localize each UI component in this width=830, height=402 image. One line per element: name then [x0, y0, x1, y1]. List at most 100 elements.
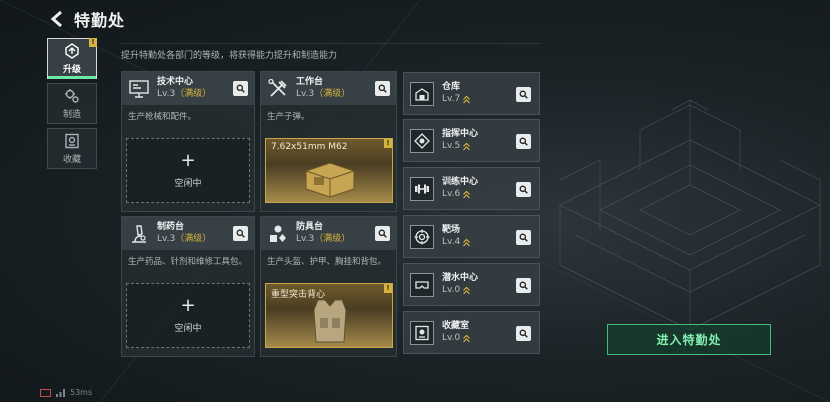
magnifier-icon	[519, 329, 528, 338]
upgrade-icon	[65, 42, 79, 59]
card-name: 防具台	[296, 222, 324, 232]
card-level: Lv.3（满级）	[157, 234, 212, 244]
workshop-card-pharmacy[interactable]: 制药台 Lv.3（满级） 生产药品、针剂和维修工具包。 + 空闲中	[121, 216, 255, 357]
divider	[121, 43, 541, 44]
page-description: 提升特勤处各部门的等级，将获得能力提升和制造能力	[121, 51, 338, 61]
collection-icon	[65, 133, 79, 148]
inspect-button[interactable]	[516, 326, 531, 341]
upgrade-arrow-icon	[463, 142, 471, 151]
card-description: 生产药品、针剂和维修工具包。	[128, 257, 248, 267]
card-description: 生产子弹。	[267, 112, 310, 122]
diving-mask-icon	[410, 272, 434, 297]
facility-training-center[interactable]: 训练中心 Lv.6	[403, 167, 540, 210]
magnifier-icon	[236, 229, 245, 238]
facility-level: Lv.0	[442, 332, 471, 345]
ping-value: 53ms	[70, 388, 93, 397]
card-header: 制药台 Lv.3（满级）	[122, 217, 254, 250]
tab-upgrade[interactable]: 升级 !	[47, 38, 97, 79]
page-title: 特勤处	[74, 11, 126, 30]
card-description: 生产枪械和配件。	[128, 112, 197, 122]
facility-name: 训练中心	[442, 177, 479, 187]
workshop-card-armor-bench[interactable]: 防具台 Lv.3（满级） 生产头盔、护甲、胸挂和背包。 重型突击背心 !	[260, 216, 397, 357]
target-icon	[410, 224, 434, 249]
magnifier-icon	[519, 137, 528, 146]
facility-name: 指挥中心	[442, 129, 479, 139]
tab-label: 制造	[62, 109, 81, 120]
card-name: 技术中心	[157, 77, 194, 87]
card-level: Lv.3（满级）	[157, 89, 212, 99]
recording-indicator	[40, 388, 51, 397]
facility-level: Lv.0	[442, 284, 478, 297]
inspect-button[interactable]	[516, 87, 531, 102]
facility-level: Lv.4	[442, 236, 471, 249]
upgrade-arrow-icon	[463, 190, 471, 199]
monitor-icon	[129, 79, 149, 98]
facility-warehouse[interactable]: 仓库 Lv.7	[403, 72, 540, 115]
card-header: 工作台 Lv.3（满级）	[261, 72, 396, 105]
warehouse-icon	[410, 81, 434, 106]
card-name: 工作台	[296, 77, 324, 87]
card-name: 制药台	[157, 222, 185, 232]
tab-manufacture[interactable]: 制造	[47, 83, 97, 124]
ammo-box-icon	[305, 162, 355, 198]
signal-bars-icon	[56, 388, 65, 397]
upgrade-arrow-icon	[463, 334, 471, 343]
workshop-card-tech-center[interactable]: 技术中心 Lv.3（满级） 生产枪械和配件。 + 空闲中	[121, 71, 255, 212]
facility-name: 潜水中心	[442, 273, 479, 283]
facility-name: 收藏室	[442, 321, 470, 331]
magnifier-icon	[519, 281, 528, 290]
facility-name: 仓库	[442, 82, 461, 92]
tab-collection[interactable]: 收藏	[47, 128, 97, 169]
facility-diving-center[interactable]: 潜水中心 Lv.0	[403, 263, 540, 306]
slot-status: 空闲中	[174, 324, 202, 334]
inspect-button[interactable]	[375, 81, 390, 96]
facility-level: Lv.7	[442, 93, 471, 106]
gears-icon	[65, 88, 79, 103]
magnifier-icon	[378, 84, 387, 93]
slot-status: 空闲中	[174, 179, 202, 189]
back-arrow-icon[interactable]	[50, 11, 64, 27]
production-slot-idle[interactable]: + 空闲中	[126, 138, 250, 203]
inspect-button[interactable]	[516, 278, 531, 293]
inspect-button[interactable]	[516, 182, 531, 197]
inspect-button[interactable]	[516, 230, 531, 245]
hammer-wrench-icon	[268, 78, 287, 97]
production-slot-active[interactable]: 重型突击背心 !	[265, 283, 393, 348]
product-name: 7.62x51mm M62	[271, 142, 348, 152]
inspect-button[interactable]	[233, 226, 248, 241]
card-level: Lv.3（满级）	[296, 234, 351, 244]
magnifier-icon	[378, 229, 387, 238]
facility-level: Lv.5	[442, 140, 478, 153]
magnifier-icon	[236, 84, 245, 93]
facility-command-center[interactable]: 指挥中心 Lv.5	[403, 119, 540, 162]
workshop-card-workbench[interactable]: 工作台 Lv.3（满级） 生产子弹。 7.62x51mm M62 !	[260, 71, 397, 212]
plus-icon: +	[180, 295, 196, 316]
sidebar: 升级 ! 制造 收藏	[47, 38, 99, 173]
card-header: 防具台 Lv.3（满级）	[261, 217, 396, 250]
facility-name: 靶场	[442, 225, 461, 235]
enter-special-ops-button[interactable]: 进入特勤处	[607, 324, 771, 355]
dumbbell-icon	[410, 176, 434, 201]
page-header: 特勤处	[50, 8, 125, 30]
production-slot-idle[interactable]: + 空闲中	[126, 283, 250, 348]
vault-icon	[410, 320, 434, 345]
status-bar: 53ms	[40, 388, 92, 397]
upgrade-arrow-icon	[463, 95, 471, 104]
facility-collection-room[interactable]: 收藏室 Lv.0	[403, 311, 540, 354]
inspect-button[interactable]	[516, 134, 531, 149]
vest-icon	[313, 299, 347, 343]
facility-shooting-range[interactable]: 靶场 Lv.4	[403, 215, 540, 258]
facility-level: Lv.6	[442, 188, 478, 201]
card-level: Lv.3（满级）	[296, 89, 351, 99]
upgrade-arrow-icon	[463, 238, 471, 247]
inspect-button[interactable]	[375, 226, 390, 241]
alert-badge: !	[384, 284, 392, 293]
armor-parts-icon	[270, 225, 286, 242]
magnifier-icon	[519, 233, 528, 242]
tab-label: 收藏	[62, 154, 81, 165]
active-indicator	[48, 76, 96, 79]
magnifier-icon	[519, 90, 528, 99]
alert-badge: !	[89, 38, 97, 47]
production-slot-active[interactable]: 7.62x51mm M62 !	[265, 138, 393, 203]
inspect-button[interactable]	[233, 81, 248, 96]
